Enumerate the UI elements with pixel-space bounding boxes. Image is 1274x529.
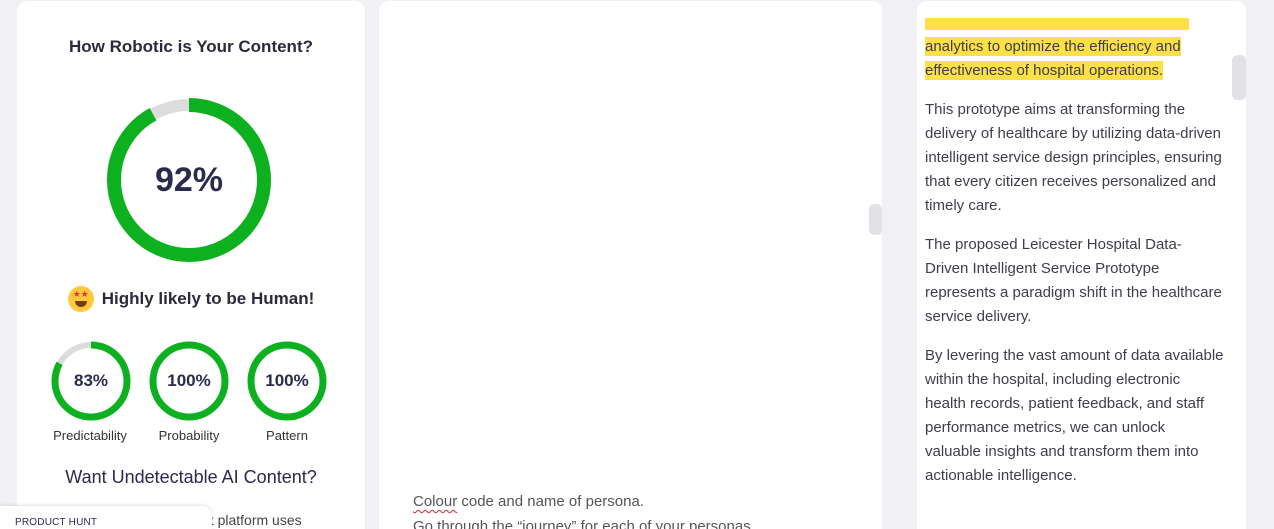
verdict-text: Highly likely to be Human! <box>101 289 315 308</box>
probability-label: Probability <box>158 428 220 443</box>
star-struck-emoji-icon <box>67 286 94 312</box>
result-paragraph-3: By levering the vast amount of data avai… <box>925 347 1224 484</box>
verdict: Highly likely to be Human! <box>17 286 365 312</box>
result-paragraph-1: This prototype aims at transforming the … <box>925 101 1222 214</box>
score-title: How Robotic is Your Content? <box>69 37 313 56</box>
editor-line-1-rest: code and name of persona. <box>457 493 644 510</box>
main-score-ring: 92% <box>106 97 272 263</box>
highlight-cut-line <box>925 18 1189 30</box>
pattern-ring: 100% <box>246 340 328 422</box>
misspelled-word[interactable]: Colour <box>413 493 457 510</box>
cta-partial-text: nt platform uses <box>202 512 302 528</box>
pattern-value: 100% <box>265 371 309 390</box>
predictability-value: 83% <box>73 371 109 390</box>
pattern-label: Pattern <box>266 428 308 443</box>
editor-line-2[interactable]: Go through the “journey” for each of you… <box>413 518 751 529</box>
probability-value: 100% <box>167 371 211 390</box>
predictability-ring: 83% <box>50 340 132 422</box>
main-score-value: 92% <box>154 160 224 199</box>
score-card: How Robotic is Your Content? 92% Highly … <box>17 1 365 529</box>
highlighted-line-1: analytics to optimize the efficiency and <box>925 37 1181 56</box>
editor-line-1[interactable]: Colour code and name of persona. <box>413 493 644 510</box>
probability-ring: 100% <box>148 340 230 422</box>
highlighted-line-2: effectiveness of hospital operations. <box>925 61 1164 80</box>
result-scrollbar[interactable] <box>1232 55 1246 100</box>
editor-panel[interactable] <box>379 1 882 529</box>
result-text: analytics to optimize the efficiency and… <box>925 35 1225 503</box>
editor-scrollbar[interactable] <box>869 204 882 235</box>
product-hunt-badge[interactable]: PRODUCT HUNT <box>0 506 212 529</box>
result-paragraph-2: The proposed Leicester Hospital Data-Dri… <box>925 236 1222 325</box>
cta-heading: Want Undetectable AI Content? <box>65 467 317 487</box>
predictability-label: Predictability <box>53 428 127 443</box>
